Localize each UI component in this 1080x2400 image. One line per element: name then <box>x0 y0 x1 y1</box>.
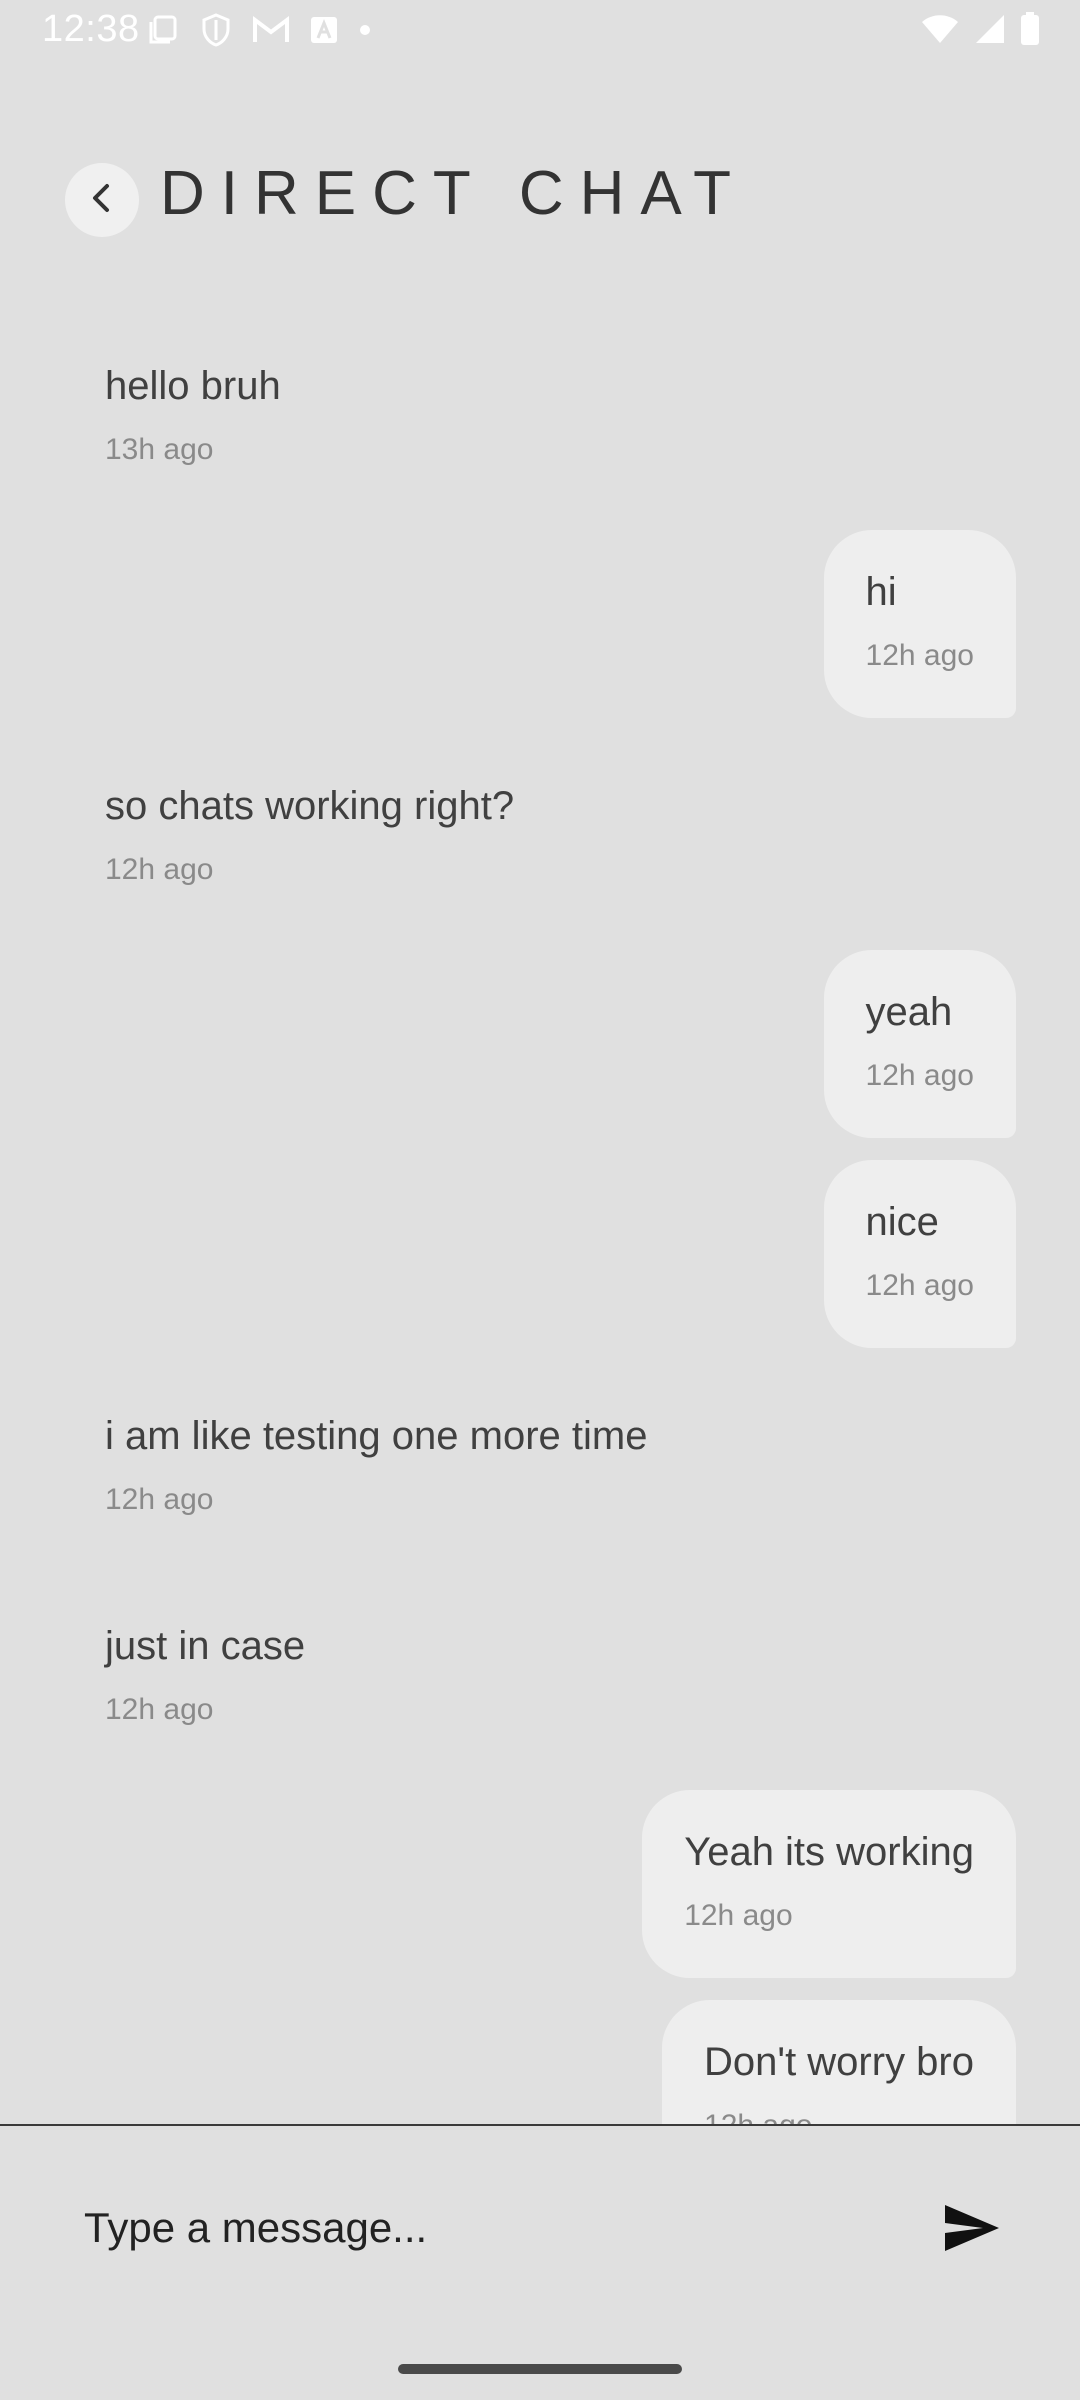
message-incoming: so chats working right? 12h ago <box>105 782 514 888</box>
message-text: nice <box>865 1200 939 1244</box>
message-timestamp: 12h ago <box>684 1899 793 1932</box>
message-incoming: just in case 12h ago <box>105 1622 305 1728</box>
message-timestamp: 12h ago <box>865 639 974 672</box>
message-input[interactable] <box>84 2198 884 2258</box>
message-timestamp: 13h ago <box>105 433 214 466</box>
message-timestamp: 12h ago <box>105 1483 214 1516</box>
message-timestamp: 12h ago <box>865 1059 974 1092</box>
home-indicator[interactable] <box>398 2364 682 2374</box>
message-text: so chats working right? <box>105 784 515 828</box>
message-text: Yeah its working <box>684 1830 974 1874</box>
message-text: i am like testing one more time <box>105 1414 648 1458</box>
send-button[interactable] <box>940 2200 1004 2260</box>
message-text: hi <box>865 570 897 614</box>
message-text: Don't worry bro <box>704 2040 974 2084</box>
message-incoming: i am like testing one more time 12h ago <box>105 1412 647 1518</box>
message-outgoing: hi 12h ago <box>823 530 1016 718</box>
message-text: yeah <box>865 990 953 1034</box>
message-outgoing: nice 12h ago <box>823 1160 1016 1348</box>
back-button[interactable] <box>65 163 139 237</box>
message-list[interactable]: hello bruh 13h ago hi 12h ago so chats w… <box>0 0 1080 2124</box>
message-outgoing: Yeah its working 12h ago <box>642 1790 1016 1978</box>
message-text: just in case <box>105 1624 306 1668</box>
message-timestamp: 12h ago <box>865 1269 974 1302</box>
message-incoming: hello bruh 13h ago <box>105 362 281 468</box>
message-timestamp: 12h ago <box>105 853 214 886</box>
message-timestamp: 12h ago <box>105 1693 214 1726</box>
chevron-left-icon <box>85 181 119 220</box>
send-icon <box>943 2203 1001 2258</box>
message-timestamp: 12h ago <box>704 2108 974 2124</box>
page-title: DIRECT CHAT <box>160 159 748 228</box>
message-outgoing: Don't worry bro 12h ago <box>662 2000 1016 2124</box>
message-outgoing: yeah 12h ago <box>823 950 1016 1138</box>
message-composer <box>0 2126 1080 2400</box>
message-text: hello bruh <box>105 364 281 408</box>
